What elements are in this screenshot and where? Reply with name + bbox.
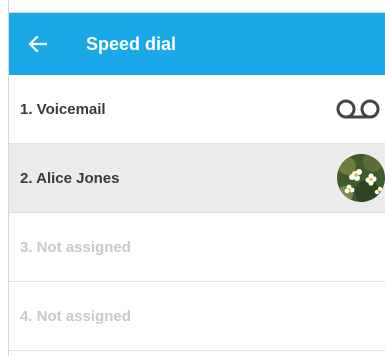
speed-dial-label: 1. Voicemail xyxy=(20,100,106,118)
screen-frame: Speed dial 1. Voicemail 2. Alice Jones 3… xyxy=(0,0,385,356)
speed-dial-screen: Speed dial 1. Voicemail 2. Alice Jones 3… xyxy=(9,13,385,356)
page-title: Speed dial xyxy=(86,33,177,54)
frame-top-edge xyxy=(0,0,385,13)
arrow-left-icon xyxy=(29,36,47,52)
speed-dial-item-contact[interactable]: 2. Alice Jones xyxy=(9,144,385,213)
contact-avatar-container xyxy=(333,152,385,204)
speed-dial-label: 2. Alice Jones xyxy=(20,169,120,187)
voicemail-icon xyxy=(333,83,385,135)
speed-dial-item-unassigned[interactable]: 3. Not assigned xyxy=(9,213,385,282)
speed-dial-label: 3. Not assigned xyxy=(20,238,131,256)
speed-dial-item-unassigned[interactable]: 4. Not assigned xyxy=(9,282,385,351)
speed-dial-label: 4. Not assigned xyxy=(20,307,131,325)
speed-dial-list: 1. Voicemail 2. Alice Jones 3. Not assig… xyxy=(9,75,385,351)
avatar xyxy=(337,154,385,202)
app-bar: Speed dial xyxy=(9,13,385,75)
speed-dial-item-voicemail[interactable]: 1. Voicemail xyxy=(9,75,385,144)
frame-left-edge xyxy=(0,0,9,356)
back-button[interactable] xyxy=(9,13,67,75)
